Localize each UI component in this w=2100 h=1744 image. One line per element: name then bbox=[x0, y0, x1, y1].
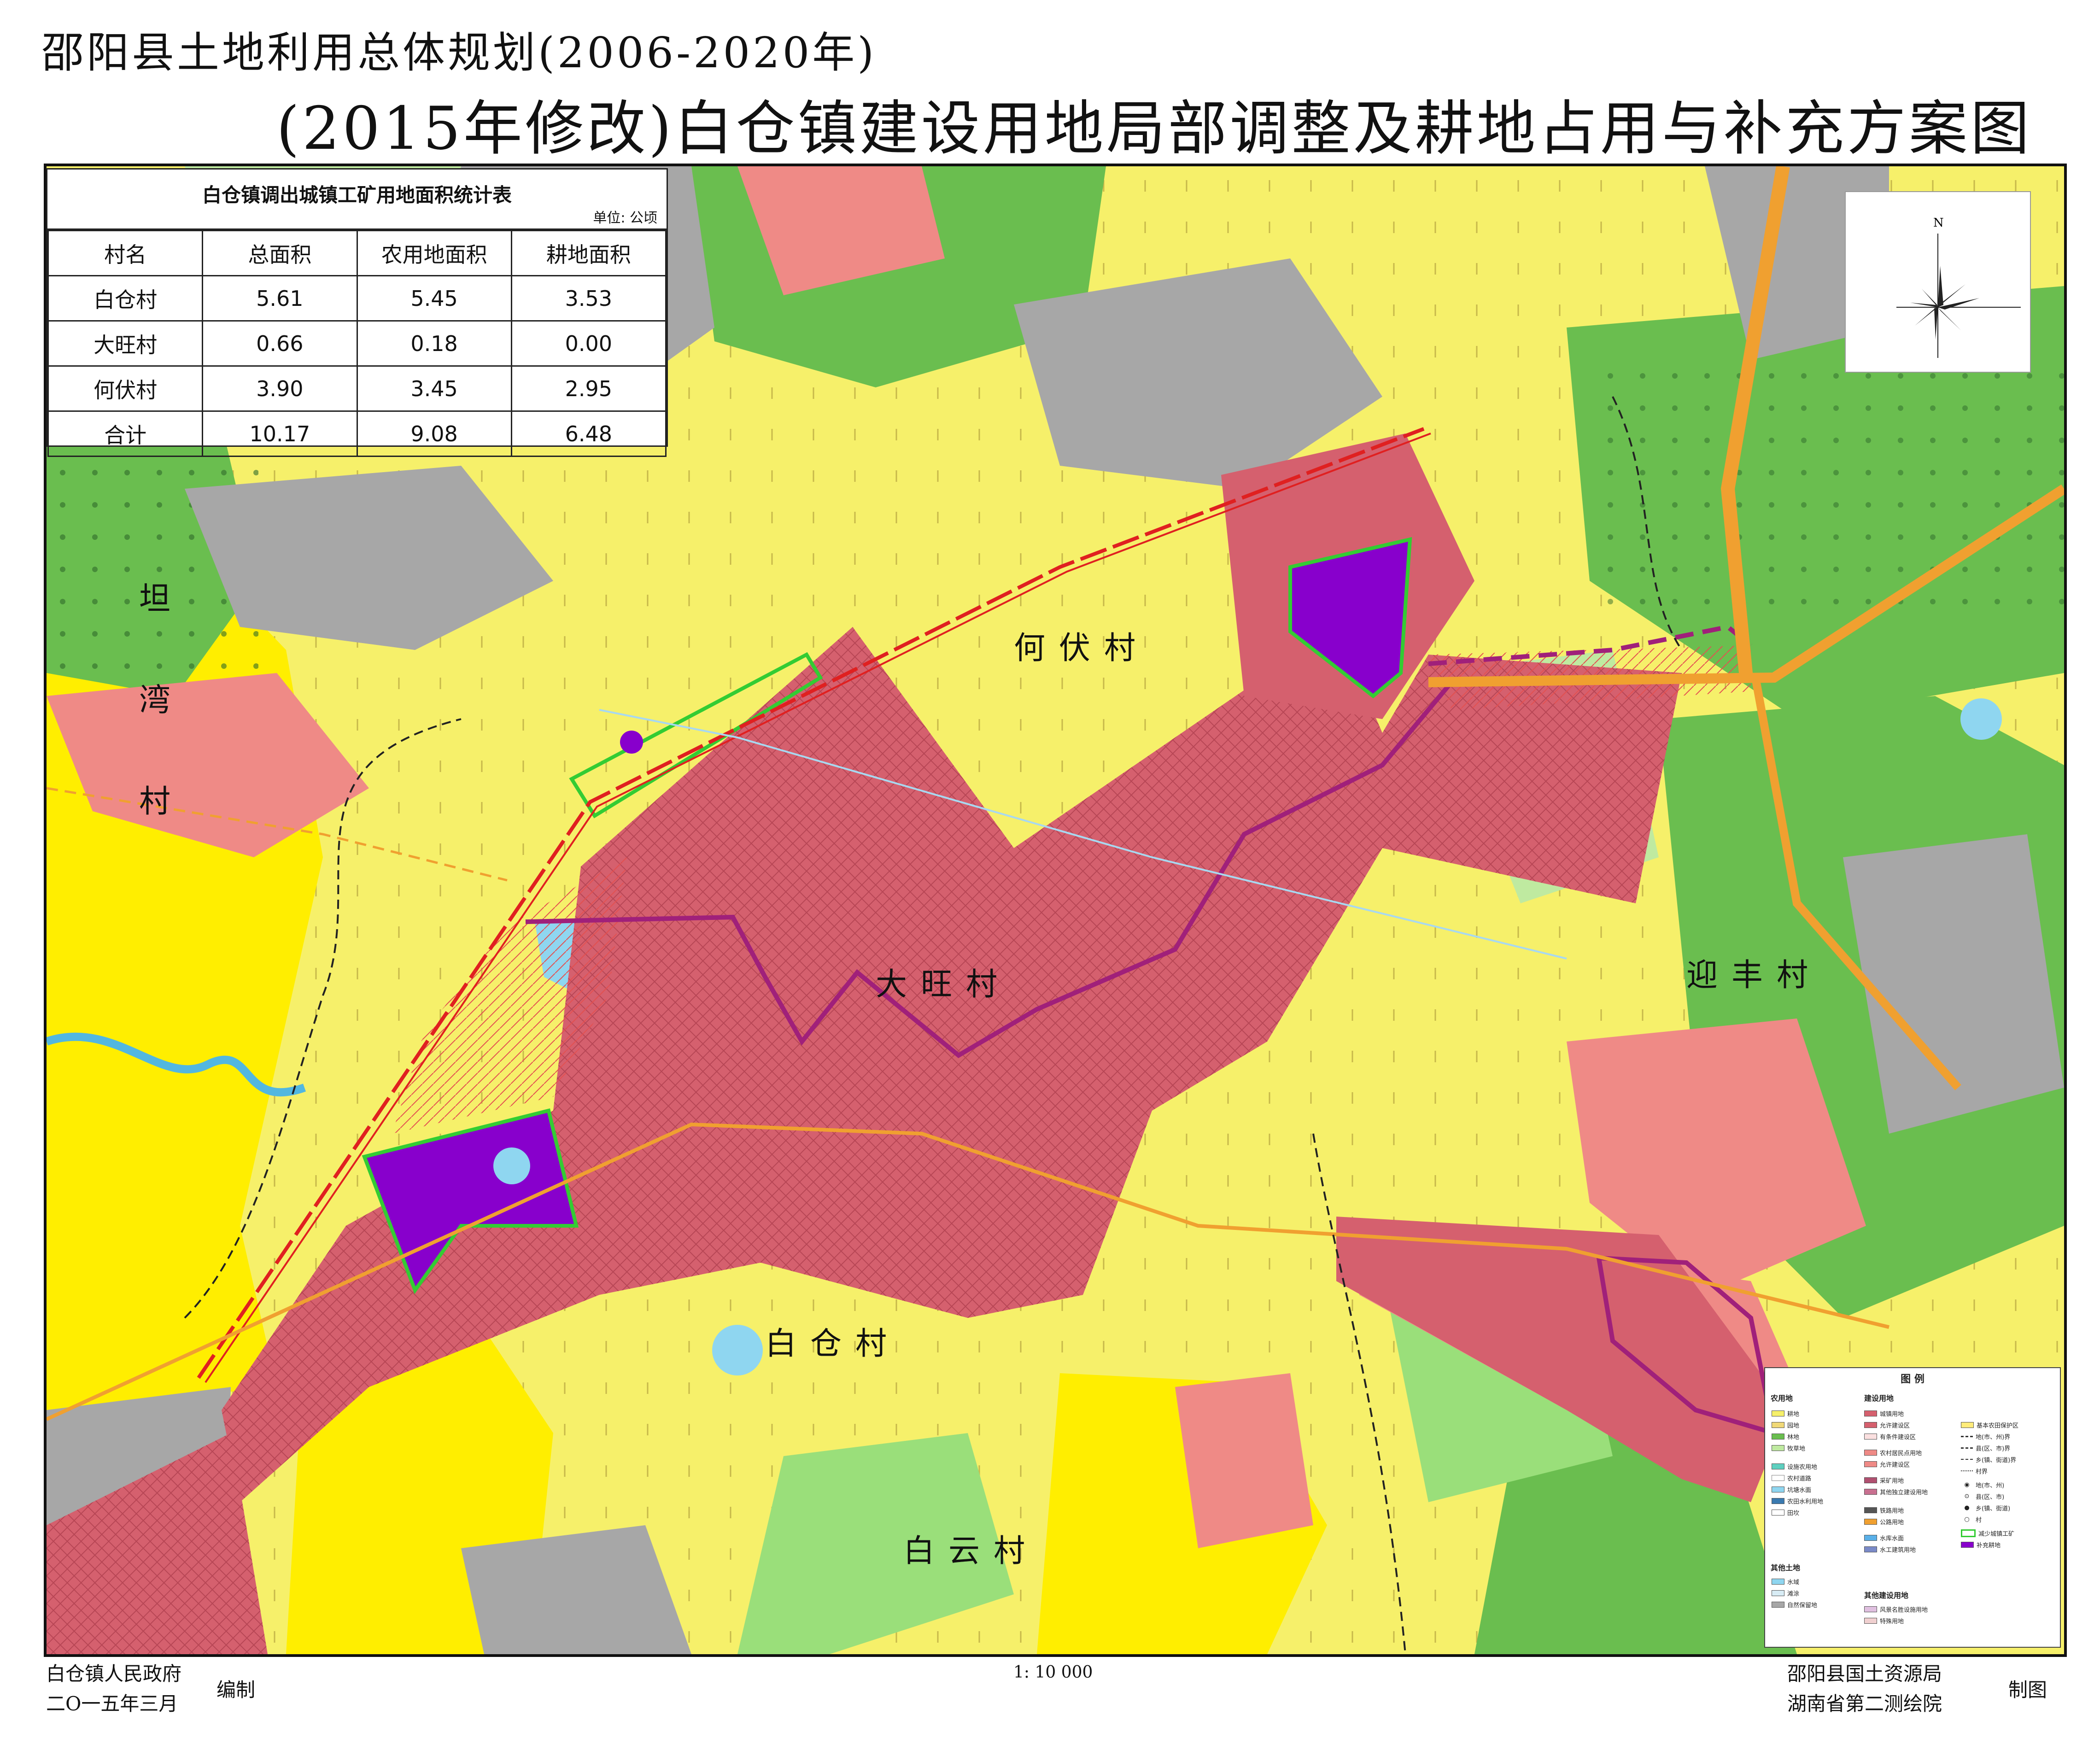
stats-title: 白仓镇调出城镇工矿用地面积统计表 bbox=[202, 184, 512, 206]
legend-item: 基本农田保护区 bbox=[1961, 1421, 2018, 1429]
legend-item: 允许建设区 bbox=[1864, 1460, 1910, 1469]
legend-item: 农村居民点用地 bbox=[1864, 1449, 1922, 1457]
rural-south bbox=[1175, 1373, 1313, 1548]
map-legend: 图 例 农用地 建设用地 其他土地 其他建设用地 耕地 园地 林地 牧草地 设施… bbox=[1764, 1367, 2061, 1648]
table-row: 大旺村 0.66 0.18 0.00 bbox=[47, 320, 667, 367]
table-cell: 3.45 bbox=[356, 365, 512, 412]
legend-item: 铁路用地 bbox=[1864, 1506, 1904, 1515]
table-cell: 3.53 bbox=[510, 275, 667, 322]
stats-table: 白仓镇调出城镇工矿用地面积统计表 单位: 公顷 村名 总面积 农用地面积 耕地面… bbox=[46, 168, 668, 457]
table-cell: 0.00 bbox=[510, 320, 667, 367]
table-cell: 10.17 bbox=[202, 410, 358, 457]
legend-item: 设施农用地 bbox=[1772, 1463, 1817, 1471]
stats-unit: 单位: 公顷 bbox=[593, 210, 657, 226]
legend-item: ● 乡(镇、街道) bbox=[1961, 1504, 2010, 1512]
legend-item: 城镇用地 bbox=[1864, 1410, 1904, 1418]
legend-item: 自然保留地 bbox=[1772, 1601, 1817, 1609]
table-cell: 合计 bbox=[47, 410, 204, 457]
legend-item: 坑塘水面 bbox=[1772, 1486, 1811, 1494]
table-cell: 白仓村 bbox=[47, 275, 204, 322]
legend-item: 风景名胜设施用地 bbox=[1864, 1605, 1928, 1614]
footer-scale: 1: 10 000 bbox=[1013, 1663, 1093, 1682]
table-cell: 0.66 bbox=[202, 320, 358, 367]
table-cell: 5.45 bbox=[356, 275, 512, 322]
legend-item: 地(市、州)界 bbox=[1961, 1433, 2010, 1441]
legend-group-other: 其他土地 bbox=[1771, 1563, 1801, 1572]
table-row: 合计 10.17 9.08 6.48 bbox=[47, 410, 667, 457]
legend-item: 水域 bbox=[1772, 1578, 1799, 1586]
legend-item: 农田水利用地 bbox=[1772, 1497, 1823, 1505]
footer-gov: 白仓镇人民政府 bbox=[46, 1662, 182, 1685]
legend-item: 特殊用地 bbox=[1864, 1617, 1904, 1625]
village-label-yingfeng: 迎丰村 bbox=[1686, 957, 1822, 994]
footer-edit: 编制 bbox=[216, 1679, 256, 1701]
village-label-dawang: 大旺村 bbox=[876, 966, 1012, 1003]
legend-item: 耕地 bbox=[1772, 1410, 1799, 1418]
table-cell: 何伏村 bbox=[47, 365, 204, 412]
compass-rose: N bbox=[1845, 191, 2031, 373]
legend-item: 县(区、市)界 bbox=[1961, 1444, 2010, 1452]
map-title-line1: 邵阳县土地利用总体规划(2006-2020年) bbox=[41, 28, 877, 77]
footer-made: 制图 bbox=[2008, 1679, 2047, 1701]
village-label-hefu: 何伏村 bbox=[1014, 630, 1150, 667]
legend-item: 林地 bbox=[1772, 1433, 1799, 1441]
table-cell: 9.08 bbox=[356, 410, 512, 457]
legend-item: 村界 bbox=[1961, 1467, 1988, 1475]
header-cell: 总面积 bbox=[202, 230, 358, 276]
table-header-row: 村名 总面积 农用地面积 耕地面积 bbox=[47, 230, 667, 276]
legend-group-other-construction: 其他建设用地 bbox=[1864, 1591, 1909, 1600]
legend-item: 滩涂 bbox=[1772, 1589, 1799, 1598]
legend-group-agri: 农用地 bbox=[1771, 1394, 1793, 1403]
table-cell: 2.95 bbox=[510, 365, 667, 412]
village-label-baicang: 白仓村 bbox=[765, 1326, 901, 1362]
legend-item: 减少城镇工矿 bbox=[1961, 1529, 2014, 1538]
table-cell: 3.90 bbox=[202, 365, 358, 412]
stats-caption: 白仓镇调出城镇工矿用地面积统计表 单位: 公顷 bbox=[47, 170, 667, 230]
legend-item: 允许建设区 bbox=[1864, 1421, 1910, 1429]
header-cell: 农用地面积 bbox=[356, 230, 512, 276]
village-icon: ○ bbox=[1964, 1516, 1970, 1523]
table-cell: 大旺村 bbox=[47, 320, 204, 367]
legend-title: 图 例 bbox=[1901, 1374, 1925, 1385]
legend-item: 农村道路 bbox=[1772, 1474, 1811, 1482]
legend-item: ⊙ 县(区、市) bbox=[1961, 1492, 2005, 1501]
legend-item: 有条件建设区 bbox=[1864, 1433, 1916, 1441]
legend-item: 园地 bbox=[1772, 1421, 1799, 1429]
legend-item: ○ 村 bbox=[1961, 1516, 1982, 1524]
compass-icon bbox=[1896, 234, 2021, 358]
legend-item: 乡(镇、街道)界 bbox=[1961, 1456, 2016, 1464]
prefecture-icon: ◉ bbox=[1964, 1481, 1970, 1488]
header-cell: 耕地面积 bbox=[510, 230, 667, 276]
village-label-tanwan: 坦湾村 bbox=[139, 581, 170, 820]
table-cell: 0.18 bbox=[356, 320, 512, 367]
footer-institute: 湖南省第二测绘院 bbox=[1787, 1692, 1942, 1715]
legend-item: 水工建筑用地 bbox=[1864, 1545, 1916, 1554]
header-cell: 村名 bbox=[47, 230, 204, 276]
county-icon: ⊙ bbox=[1964, 1492, 1970, 1500]
township-icon: ● bbox=[1964, 1504, 1970, 1511]
legend-item: ◉ 地(市、州) bbox=[1961, 1481, 2004, 1489]
legend-group-construction: 建设用地 bbox=[1864, 1394, 1894, 1403]
legend-item: 公路用地 bbox=[1864, 1518, 1904, 1526]
legend-item: 牧草地 bbox=[1772, 1444, 1805, 1452]
legend-item: 补充耕地 bbox=[1961, 1541, 2001, 1549]
legend-item: 其他独立建设用地 bbox=[1864, 1488, 1928, 1496]
footer-bureau: 邵阳县国土资源局 bbox=[1787, 1662, 1942, 1685]
table-cell: 6.48 bbox=[510, 410, 667, 457]
stats-grid: 村名 总面积 农用地面积 耕地面积 白仓村 5.61 5.45 3.53 大旺村… bbox=[47, 230, 667, 457]
footer-date: 二O一五年三月 bbox=[46, 1692, 178, 1715]
table-cell: 5.61 bbox=[202, 275, 358, 322]
village-label-baiyun: 白云村 bbox=[903, 1533, 1039, 1569]
table-row: 何伏村 3.90 3.45 2.95 bbox=[47, 365, 667, 412]
legend-item: 田坎 bbox=[1772, 1509, 1799, 1517]
legend-item: 水库水面 bbox=[1864, 1534, 1904, 1542]
table-row: 白仓村 5.61 5.45 3.53 bbox=[47, 275, 667, 322]
legend-item: 采矿用地 bbox=[1864, 1476, 1904, 1485]
map-title-line2: (2015年修改)白仓镇建设用地局部调整及耕地占用与补充方案图 bbox=[276, 94, 2032, 163]
